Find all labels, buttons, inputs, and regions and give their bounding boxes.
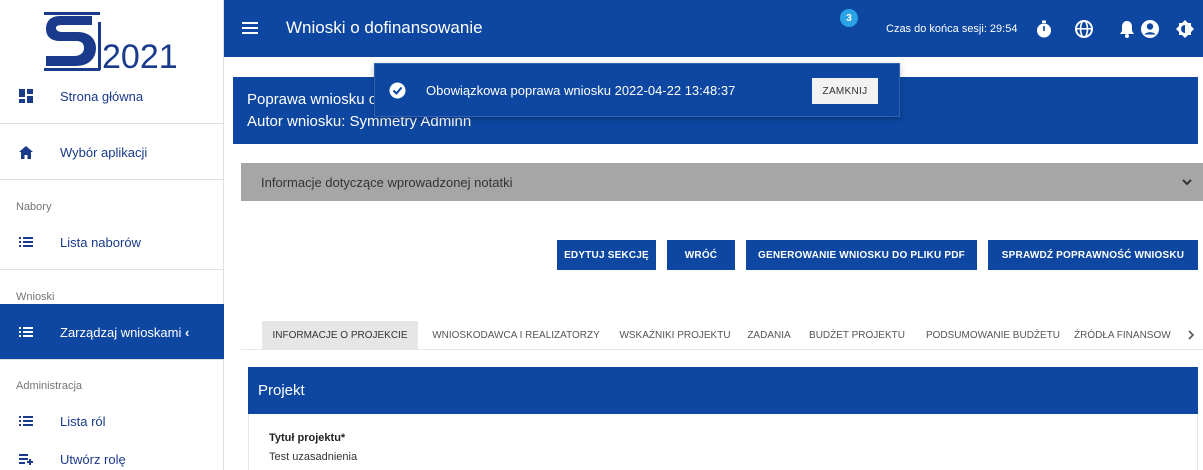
sidebar-item-label: Utwórz rolę bbox=[60, 451, 126, 467]
st2021-logo[interactable]: 2021 bbox=[40, 8, 180, 74]
close-button[interactable]: ZAMKNIJ bbox=[812, 78, 878, 104]
globe-icon[interactable] bbox=[1074, 19, 1094, 39]
top-bar: Wnioski o dofinansowanie Czas do końca s… bbox=[224, 0, 1203, 57]
home-icon bbox=[17, 143, 35, 161]
section-tabs: INFORMACJE O PROJEKCIE WNIOSKODAWCA I RE… bbox=[262, 321, 1203, 349]
sidebar: 2021 Strona główna Wybór aplikacji Nabor… bbox=[0, 0, 224, 470]
edit-section-button[interactable]: EDYTUJ SEKCJĘ bbox=[557, 240, 656, 270]
project-title-value: Test uzasadnienia bbox=[269, 451, 358, 463]
tab-budget-summary[interactable]: PODSUMOWANIE BUDŻETU bbox=[916, 321, 1070, 349]
tab-applicant[interactable]: WNIOSKODAWCA I REALIZATORZY bbox=[422, 321, 610, 349]
contrast-icon[interactable] bbox=[1175, 19, 1195, 39]
notification-toast: Obowiązkowa poprawa wniosku 2022-04-22 1… bbox=[374, 63, 900, 117]
toast-message: Obowiązkowa poprawa wniosku 2022-04-22 1… bbox=[426, 83, 736, 98]
playlist-add-icon bbox=[17, 450, 35, 468]
notification-badge: 3 bbox=[840, 9, 858, 27]
divider bbox=[241, 349, 1203, 350]
project-section-header: Projekt bbox=[248, 367, 1198, 414]
sidebar-item-label: Wybór aplikacji bbox=[60, 144, 148, 160]
tab-funding-sources[interactable]: ŹRÓDŁA FINANSOW bbox=[1074, 321, 1186, 349]
menu-icon[interactable] bbox=[242, 20, 258, 36]
account-circle-icon[interactable] bbox=[1140, 19, 1160, 39]
divider bbox=[0, 359, 224, 360]
list-icon bbox=[17, 412, 35, 430]
sidebar-item-calls-list[interactable]: Lista naborów bbox=[0, 214, 224, 270]
sidebar-section-wnioski: Wnioski bbox=[16, 291, 55, 303]
accordion-label: Informacje dotyczące wprowadzonej notatk… bbox=[261, 175, 513, 190]
list-icon bbox=[17, 233, 35, 251]
section-title: Projekt bbox=[258, 382, 305, 399]
tab-project-info[interactable]: INFORMACJE O PROJEKCIE bbox=[262, 321, 418, 349]
chevron-down-icon bbox=[1182, 179, 1192, 186]
note-info-accordion[interactable]: Informacje dotyczące wprowadzonej notatk… bbox=[241, 163, 1203, 201]
sidebar-item-label: Zarządzaj wnioskami ‹ bbox=[60, 324, 190, 340]
sidebar-item-create-role[interactable]: Utwórz rolę bbox=[0, 446, 224, 470]
sidebar-section-nabory: Nabory bbox=[16, 201, 52, 213]
list-icon bbox=[17, 323, 35, 341]
project-title-label: Tytuł projektu* bbox=[269, 432, 346, 444]
dashboard-icon bbox=[17, 87, 35, 105]
page-title: Wnioski o dofinansowanie bbox=[286, 18, 483, 37]
generate-pdf-button[interactable]: GENEROWANIE WNIOSKU DO PLIKU PDF bbox=[746, 240, 977, 270]
sidebar-item-label: Lista naborów bbox=[60, 234, 141, 250]
check-circle-icon bbox=[389, 82, 406, 99]
validate-application-button[interactable]: SPRAWDŹ POPRAWNOŚĆ WNIOSKU bbox=[988, 240, 1198, 270]
back-button[interactable]: WRÓĆ bbox=[667, 240, 735, 270]
chevron-left-icon: ‹ bbox=[185, 324, 190, 340]
bell-icon[interactable] bbox=[1117, 19, 1137, 39]
divider bbox=[0, 179, 224, 180]
session-timer: Czas do końca sesji: 29:54 bbox=[886, 23, 1018, 35]
sidebar-item-roles-list[interactable]: Lista ról bbox=[0, 407, 224, 435]
sidebar-item-label: Lista ról bbox=[60, 413, 106, 429]
stopwatch-icon[interactable] bbox=[1034, 19, 1054, 39]
sidebar-section-administracja: Administracja bbox=[16, 380, 83, 392]
sidebar-item-manage-applications[interactable]: Zarządzaj wnioskami ‹ bbox=[0, 304, 224, 360]
sidebar-item-home-page[interactable]: Strona główna bbox=[0, 68, 224, 124]
tab-budget[interactable]: BUDŻET PROJEKTU bbox=[803, 321, 911, 349]
tab-tasks[interactable]: ZADANIA bbox=[739, 321, 799, 349]
chevron-right-icon[interactable] bbox=[1186, 330, 1196, 340]
project-section-body: Tytuł projektu* Test uzasadnienia bbox=[248, 414, 1198, 470]
divider bbox=[0, 269, 224, 270]
sidebar-item-app-selection[interactable]: Wybór aplikacji bbox=[0, 124, 224, 180]
tab-indicators[interactable]: WSKAŹNIKI PROJEKTU bbox=[616, 321, 734, 349]
sidebar-item-label: Strona główna bbox=[60, 88, 144, 104]
